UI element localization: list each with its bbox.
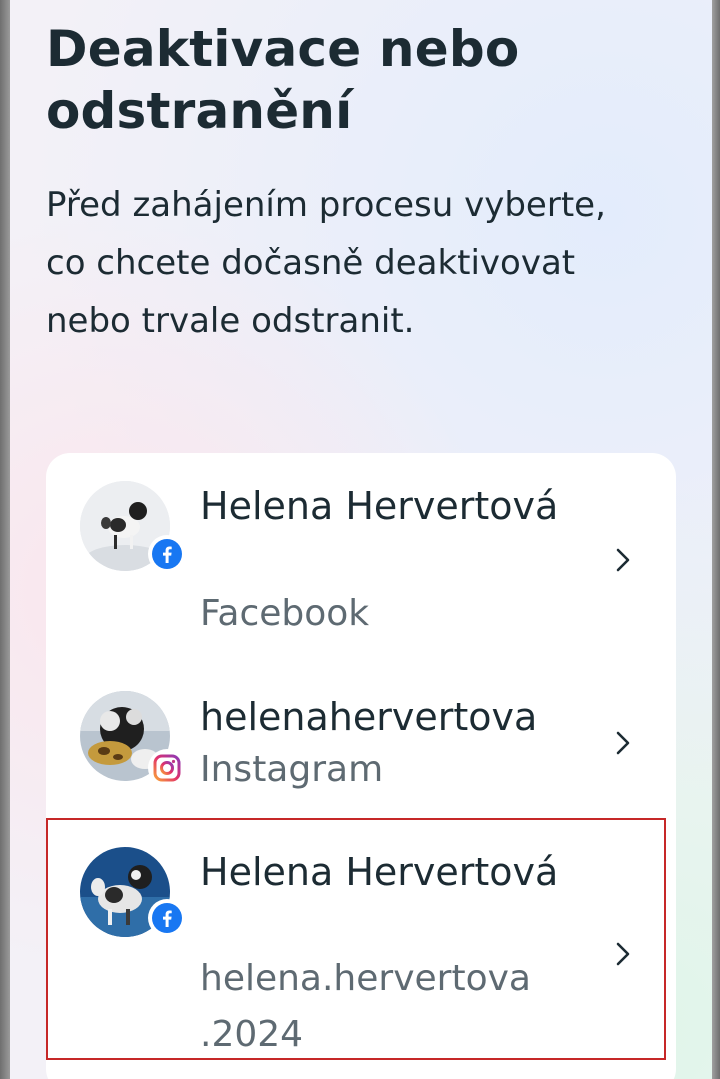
page-title: Deaktivace nebo odstranění <box>46 20 520 140</box>
page-description: Před zahájením procesu vyberte, co chcet… <box>46 185 606 341</box>
account-name: Helena Hervertová <box>200 484 559 528</box>
accounts-center-sheet: Deaktivace nebo odstranění Před zahájení… <box>10 0 712 1079</box>
chevron-right-icon <box>616 548 630 572</box>
facebook-icon <box>148 535 186 573</box>
instagram-icon <box>148 749 186 787</box>
screen-edge-right <box>712 0 720 1079</box>
account-platform: helena.hervertova .2024 <box>200 958 531 1055</box>
account-platform: Instagram <box>200 749 384 790</box>
screen-edge-left <box>0 0 10 1079</box>
chevron-right-icon <box>616 731 630 755</box>
account-name: Helena Hervertová <box>200 850 559 894</box>
facebook-icon <box>148 899 186 937</box>
account-item-facebook-2024[interactable]: Helena Hervertová helena.hervertova .202… <box>46 823 676 1063</box>
account-list: Helena Hervertová Facebook helenahervert… <box>46 453 676 1079</box>
account-item-instagram[interactable]: helenahervertova Instagram <box>46 663 676 823</box>
account-item-facebook[interactable]: Helena Hervertová Facebook <box>46 453 676 663</box>
account-name: helenahervertova <box>200 695 538 739</box>
account-platform: Facebook <box>200 593 370 634</box>
chevron-right-icon <box>616 942 630 966</box>
